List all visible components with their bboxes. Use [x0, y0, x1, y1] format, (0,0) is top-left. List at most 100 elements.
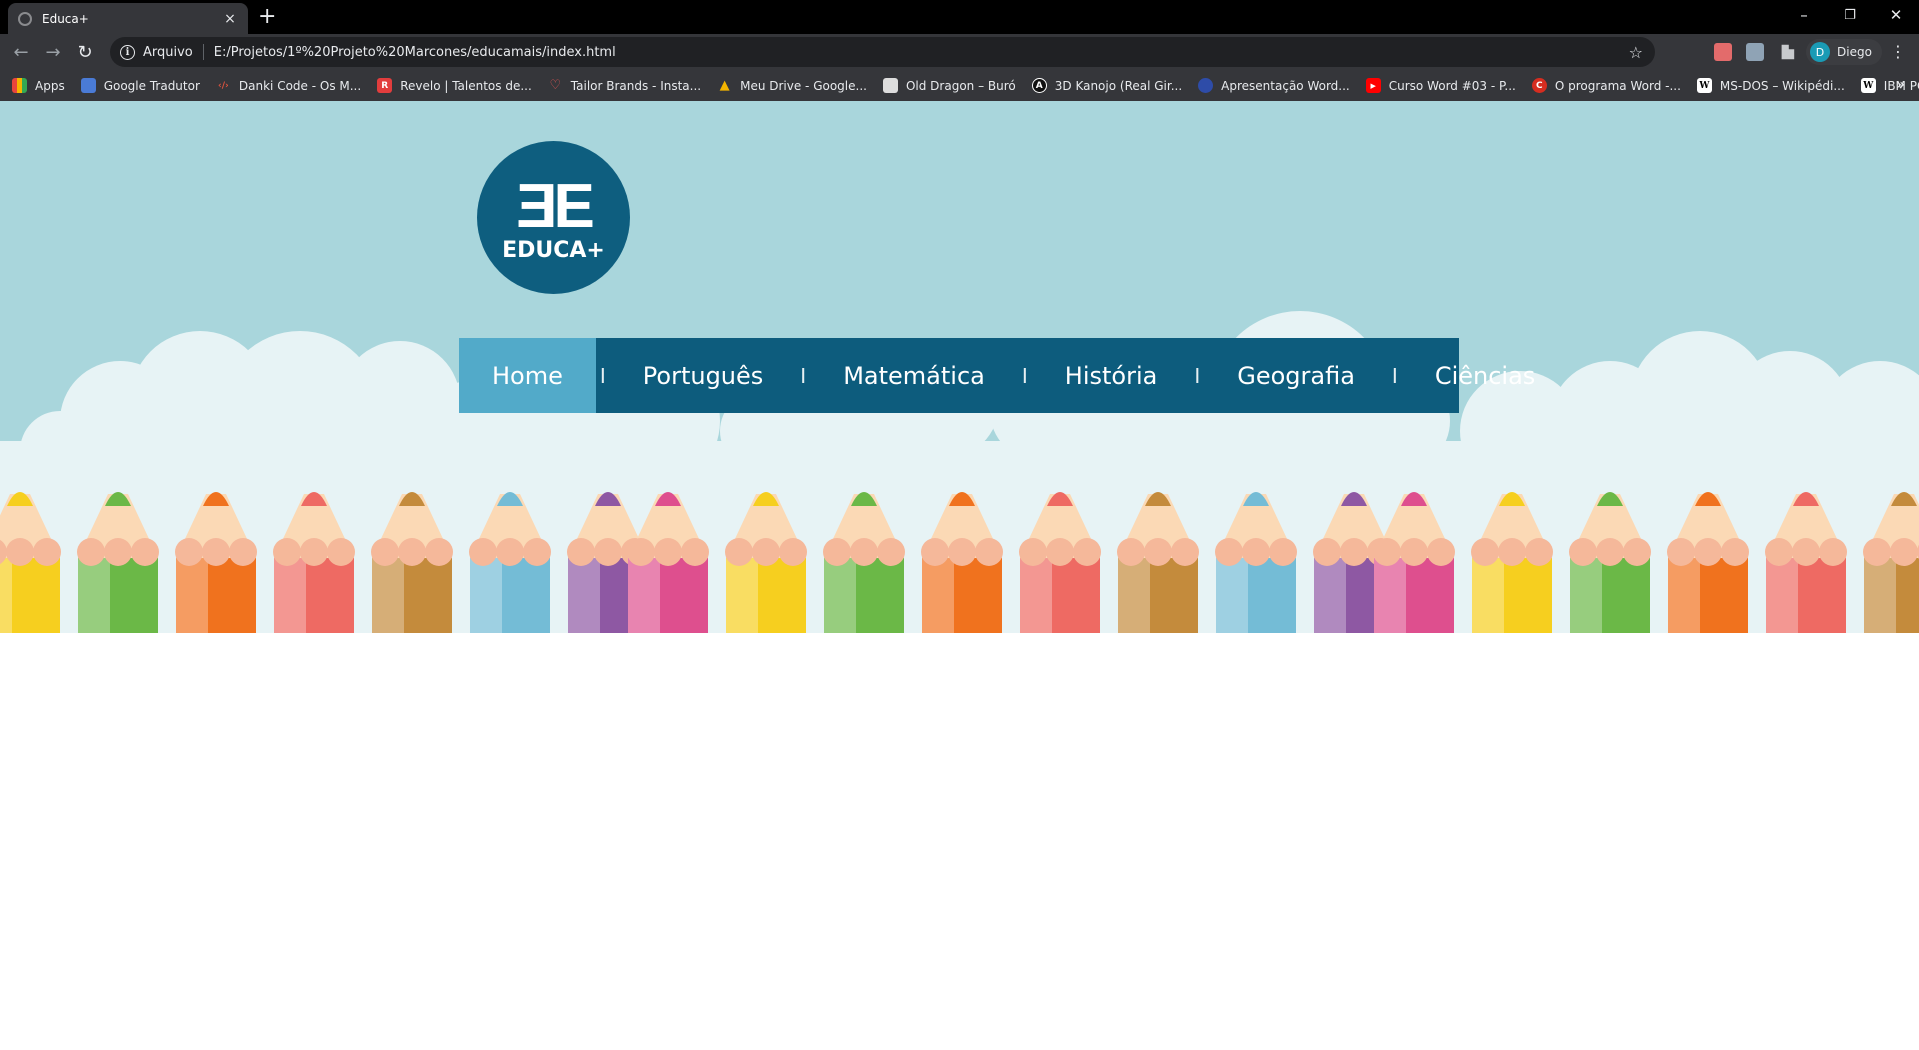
- back-button[interactable]: ←: [8, 39, 34, 65]
- bookmark-star-icon[interactable]: ☆: [1629, 43, 1643, 62]
- bookmark-item[interactable]: ▲ Meu Drive - Google...: [717, 78, 867, 93]
- bookmark-label: Curso Word #03 - P...: [1388, 78, 1516, 93]
- bookmark-item[interactable]: WIBM PC – Wikipédia...: [1860, 78, 1919, 93]
- bookmark-label: Danki Code - Os M...: [238, 78, 362, 93]
- tab-title: Educa+: [42, 11, 89, 26]
- pencil: [77, 492, 159, 633]
- logo-mark: ƎE: [516, 171, 595, 241]
- extension-screenshot-icon[interactable]: [1746, 43, 1764, 61]
- pencil: [823, 492, 905, 633]
- kebab-menu-icon[interactable]: ⋮: [1890, 42, 1906, 61]
- bookmark-label: Old Dragon – Buró: [905, 78, 1016, 93]
- pencil: [1569, 492, 1651, 633]
- tab-strip: Educa+ × + – ❐ ✕: [0, 0, 1919, 34]
- bookmarks-overflow-icon[interactable]: »: [1896, 77, 1905, 93]
- profile-name: Diego: [1837, 45, 1872, 59]
- close-tab-icon[interactable]: ×: [222, 11, 238, 27]
- bookmark-item[interactable]: ‹/› Danki Code - Os M...: [216, 78, 361, 93]
- wikipedia-icon: W: [1696, 78, 1712, 93]
- header-banner: ƎE EDUCA+ Home I Português I Matemática I Hist…: [0, 101, 1919, 633]
- menu-separator: I: [1021, 363, 1028, 388]
- bookmarks-bar: Apps Google Tradutor ‹/› Danki Code - Os …: [0, 70, 1919, 101]
- pencil: [1765, 492, 1847, 633]
- url-text[interactable]: E:/Projetos/1º%20Projeto%20Marcones/educ…: [214, 45, 1629, 60]
- bookmark-item[interactable]: A 3D Kanojo (Real Gir...: [1031, 78, 1183, 93]
- bookmark-label: Tailor Brands - Insta...: [570, 78, 702, 93]
- page-viewport: ƎE EDUCA+ Home I Português I Matemática I Hist…: [0, 101, 1919, 1050]
- anime-site-icon: A: [1031, 78, 1047, 93]
- nav-link-home[interactable]: Home: [459, 338, 596, 413]
- puzzle-icon[interactable]: [1781, 44, 1795, 60]
- nav-link-matematica[interactable]: Matemática: [810, 338, 1018, 413]
- bookmark-label: Apresentação Word...: [1221, 78, 1350, 93]
- pencil: [1019, 492, 1101, 633]
- bookmark-label: MS-DOS – Wikipédi...: [1719, 78, 1845, 93]
- heart-icon: ♡: [549, 78, 562, 93]
- bookmark-apps[interactable]: Apps: [12, 78, 65, 93]
- pencil: [1667, 492, 1749, 633]
- globe-icon: [1198, 78, 1214, 93]
- reload-button[interactable]: ↻: [72, 39, 98, 65]
- info-icon[interactable]: i: [120, 44, 135, 60]
- pencil: [725, 492, 807, 633]
- bookmark-label: 3D Kanojo (Real Gir...: [1054, 78, 1183, 93]
- google-translate-icon: [80, 78, 96, 93]
- site-c-icon: C: [1531, 78, 1547, 93]
- bookmark-label: Apps: [35, 78, 65, 93]
- browser-toolbar: ← → ↻ i Arquivo E:/Projetos/1º%20Projeto…: [0, 34, 1919, 70]
- site-logo[interactable]: ƎE EDUCA+: [477, 141, 630, 294]
- minimize-button[interactable]: –: [1781, 0, 1827, 30]
- pencil: [627, 492, 709, 633]
- close-window-button[interactable]: ✕: [1873, 0, 1919, 30]
- youtube-icon: ▶: [1365, 78, 1381, 93]
- menu-separator: I: [1194, 363, 1201, 388]
- pencil: [273, 492, 355, 633]
- browser-tab[interactable]: Educa+ ×: [8, 3, 248, 34]
- profile-button[interactable]: D Diego: [1806, 39, 1882, 65]
- wikipedia-icon: W: [1860, 78, 1876, 93]
- code-icon: ‹/›: [218, 80, 229, 91]
- apps-grid-icon: [12, 78, 27, 93]
- nav-link-historia[interactable]: História: [1032, 338, 1191, 413]
- pencil: [1117, 492, 1199, 633]
- pencil: [175, 492, 257, 633]
- nav-link-ciencias[interactable]: Ciências: [1402, 338, 1568, 413]
- avatar: D: [1810, 42, 1830, 62]
- bookmark-label: O programa Word -...: [1554, 78, 1681, 93]
- pencil: [921, 492, 1003, 633]
- bookmark-item[interactable]: W MS-DOS – Wikipédi...: [1696, 78, 1845, 93]
- menu-separator: I: [599, 363, 606, 388]
- google-drive-icon: ▲: [719, 78, 730, 93]
- revelo-icon: R: [377, 78, 393, 93]
- bookmark-item[interactable]: Google Tradutor: [80, 78, 200, 93]
- bookmark-label: Google Tradutor: [103, 78, 200, 93]
- logo-text: EDUCA+: [502, 237, 605, 263]
- bookmark-item[interactable]: Old Dragon – Buró: [882, 78, 1016, 93]
- bookmark-item[interactable]: R Revelo | Talentos de...: [377, 78, 532, 93]
- pencil: [1373, 492, 1455, 633]
- nav-link-portugues[interactable]: Português: [610, 338, 797, 413]
- pencil: [1471, 492, 1553, 633]
- pencil: [371, 492, 453, 633]
- extension-pdf-icon[interactable]: [1714, 43, 1732, 61]
- bookmark-label: Revelo | Talentos de...: [400, 78, 532, 93]
- menu-separator: I: [800, 363, 807, 388]
- pencil: [1863, 492, 1919, 633]
- scheme-label: Arquivo: [143, 44, 193, 60]
- nav-link-geografia[interactable]: Geografia: [1204, 338, 1388, 413]
- image-icon: [882, 78, 898, 93]
- restore-button[interactable]: ❐: [1827, 0, 1873, 30]
- pencil: [0, 492, 61, 633]
- main-navigation: Home I Português I Matemática I História I Geogr…: [459, 338, 1535, 413]
- bookmark-item[interactable]: C O programa Word -...: [1531, 78, 1681, 93]
- pencil: [1215, 492, 1297, 633]
- forward-button[interactable]: →: [40, 39, 66, 65]
- new-tab-button[interactable]: +: [258, 4, 276, 30]
- address-bar[interactable]: i Arquivo E:/Projetos/1º%20Projeto%20Mar…: [110, 37, 1655, 67]
- bookmark-item[interactable]: ▶ Curso Word #03 - P...: [1365, 78, 1516, 93]
- bookmark-item[interactable]: ♡ Tailor Brands - Insta...: [548, 78, 701, 93]
- bookmark-label: Meu Drive - Google...: [740, 78, 867, 93]
- bookmark-item[interactable]: Apresentação Word...: [1198, 78, 1350, 93]
- omnibox-divider: [202, 44, 204, 60]
- pencil: [469, 492, 551, 633]
